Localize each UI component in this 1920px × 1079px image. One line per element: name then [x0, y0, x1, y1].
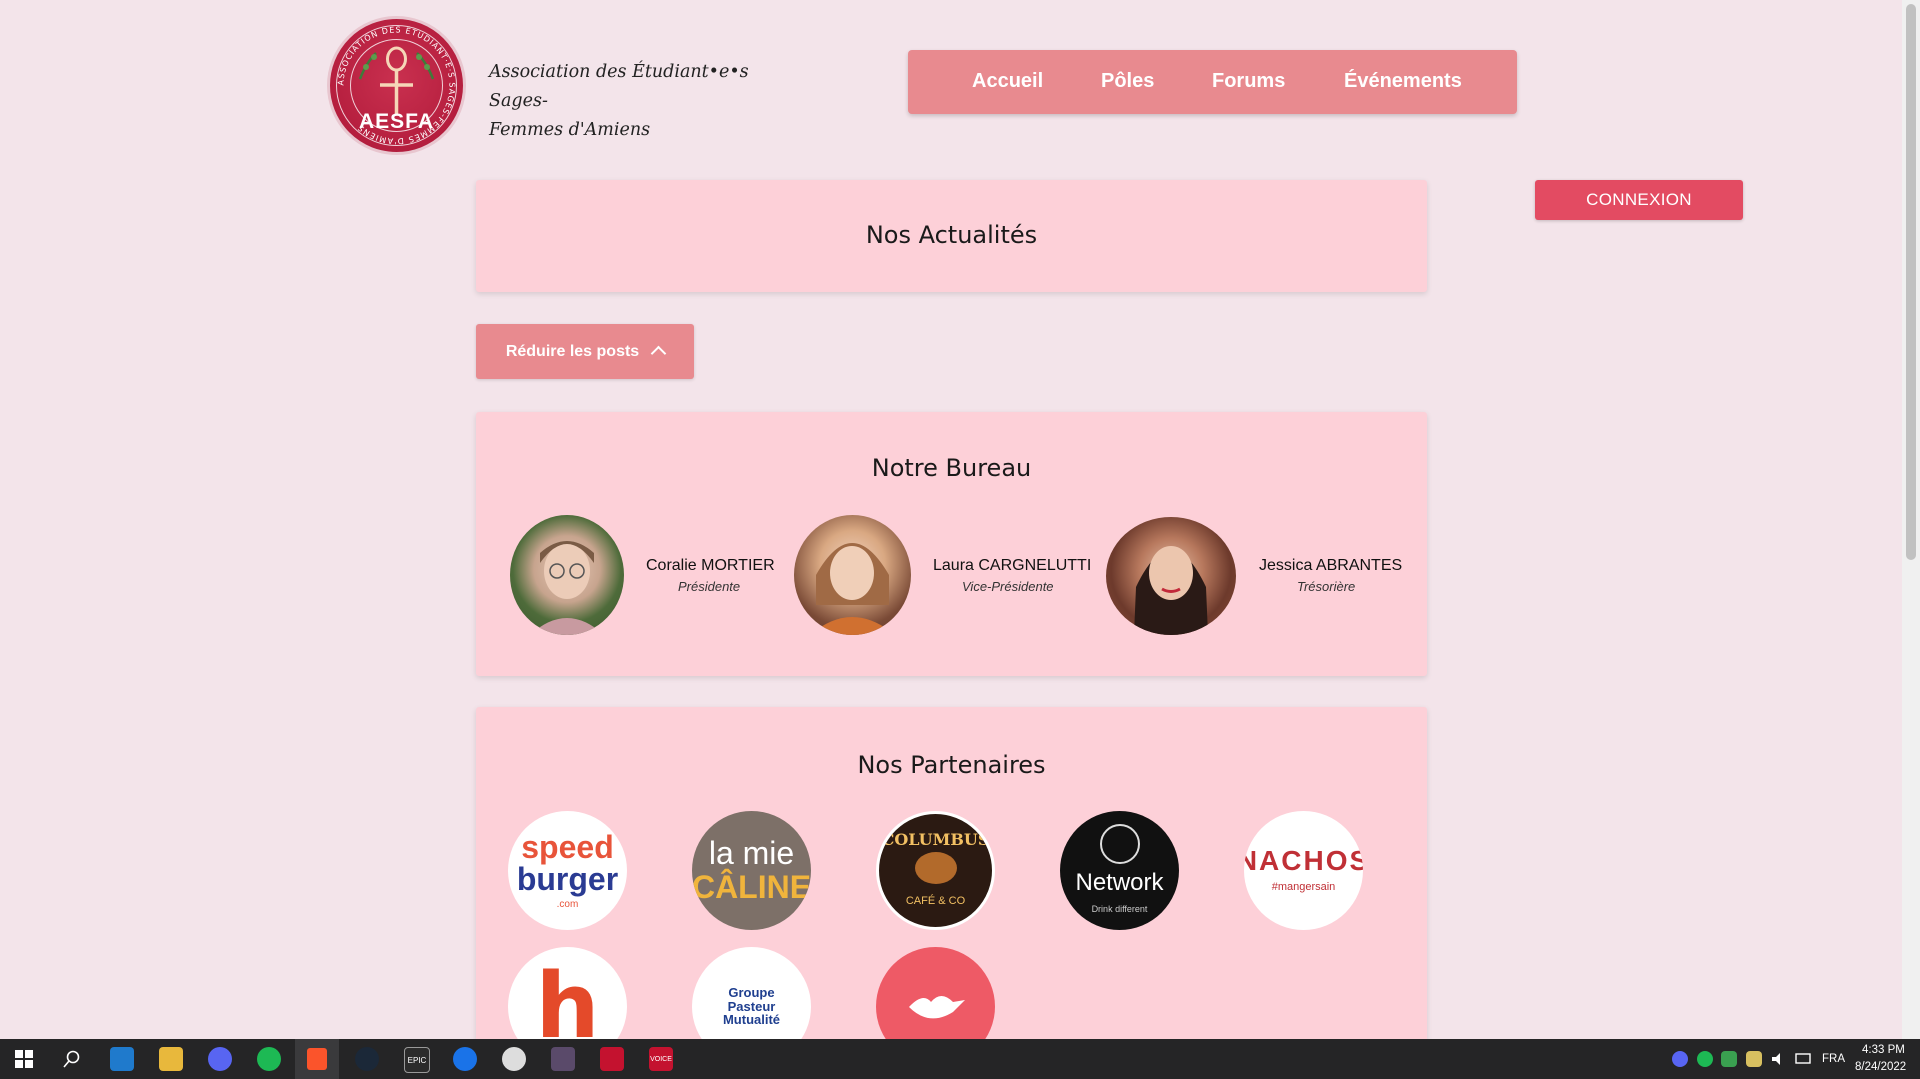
windows-start-icon[interactable] [12, 1047, 36, 1071]
network-icon[interactable] [1795, 1051, 1811, 1067]
partner-text: Mutualité [722, 1012, 781, 1028]
partner-text: burger [516, 860, 619, 897]
epic-games-icon[interactable]: EPIC [404, 1047, 430, 1073]
discord-icon[interactable] [208, 1047, 232, 1071]
page-scrollbar[interactable] [1902, 0, 1920, 1039]
partner-logo-speedburger[interactable]: speed burger .com [508, 811, 627, 930]
partner-text: Network [1075, 869, 1164, 897]
main-nav: Accueil Pôles Forums Événements [908, 50, 1517, 114]
partner-text: CAFÉ & CO [905, 895, 966, 908]
partner-text: Drink different [1091, 903, 1148, 914]
member-name: Laura CARGNELUTTI [933, 557, 1092, 574]
partner-text: CÂLINE [692, 868, 811, 905]
partners-title: Nos Partenaires [857, 751, 1046, 779]
news-title: Nos Actualités [865, 221, 1038, 249]
app-icon[interactable] [453, 1047, 477, 1071]
reduce-posts-button[interactable]: Réduire les posts [476, 324, 694, 379]
avatar-photo [530, 541, 604, 635]
avatar-treasurer [1106, 517, 1236, 635]
network-emblem-icon [1099, 823, 1140, 864]
partner-text: speed [521, 828, 614, 865]
clock-date[interactable]: 8/24/2022 [1855, 1061, 1906, 1073]
bear-icon [914, 851, 957, 884]
nav-accueil[interactable]: Accueil [972, 70, 1043, 93]
news-card: Nos Actualités [476, 180, 1427, 292]
partner-text: COLUMBUS [881, 829, 990, 849]
site-title-line2: Femmes d'Amiens [489, 120, 651, 140]
member-role: Vice-Présidente [962, 579, 1054, 594]
nav-evenements[interactable]: Événements [1344, 70, 1462, 93]
voicemeeter-icon[interactable]: VOICE [649, 1047, 673, 1071]
tray-spotify-icon[interactable] [1697, 1051, 1713, 1067]
member-role: Trésorière [1297, 579, 1356, 594]
steam-icon[interactable] [355, 1047, 379, 1071]
bureau-card: Notre Bureau Coralie MORTIER Présidente … [476, 412, 1427, 676]
search-icon[interactable] [60, 1047, 84, 1071]
vscode-icon[interactable] [110, 1047, 134, 1071]
avatar-president [510, 515, 624, 635]
member-name: Jessica ABRANTES [1259, 557, 1403, 574]
avatar-photo [810, 543, 895, 635]
partner-text: #mangersain [1271, 881, 1336, 894]
brave-browser-icon[interactable] [295, 1039, 339, 1079]
tray-keyboard-icon[interactable] [1746, 1051, 1762, 1067]
reduce-posts-label: Réduire les posts [505, 342, 640, 360]
clock-time[interactable]: 4:33 PM [1862, 1044, 1905, 1056]
partners-card: Nos Partenaires speed burger .com la mie… [476, 707, 1427, 1066]
valorant-icon[interactable] [600, 1047, 624, 1071]
site-title: Association des Étudiant•e•s Sages- Femm… [489, 58, 809, 145]
windows-taskbar: EPIC VOICE FRA 4:33 PM 8/24/2022 [0, 1039, 1920, 1079]
bird-icon [908, 995, 965, 1018]
tray-app-icon[interactable] [1721, 1051, 1737, 1067]
scrollbar-thumb[interactable] [1906, 4, 1916, 560]
chevron-up-icon [650, 345, 667, 361]
spotify-icon[interactable] [257, 1047, 281, 1071]
file-explorer-icon[interactable] [159, 1047, 183, 1071]
avatar-vice-president [794, 515, 911, 635]
language-indicator[interactable]: FRA [1822, 1053, 1845, 1065]
aesfa-logo[interactable]: ASSOCIATION DES ÉTUDIANT·E·S SAGES-FEMME… [327, 16, 466, 155]
nav-poles[interactable]: Pôles [1101, 70, 1154, 93]
member-name: Coralie MORTIER [646, 557, 775, 574]
partner-logo-nachos[interactable]: NACHOS #mangersain [1244, 811, 1363, 930]
tray-discord-icon[interactable] [1672, 1051, 1688, 1067]
site-title-line1: Association des Étudiant•e•s Sages- [489, 62, 749, 111]
partner-text: NACHOS [1244, 845, 1363, 877]
partner-text: la mie [708, 834, 795, 871]
partner-logo-lamiecaline[interactable]: la mie CÂLINE [692, 811, 811, 930]
obs-icon[interactable] [502, 1047, 526, 1071]
volume-icon[interactable] [1770, 1051, 1786, 1067]
logo-acronym: AESFA [358, 110, 434, 133]
partner-logo-columbus[interactable]: COLUMBUS CAFÉ & CO [876, 811, 995, 930]
nav-forums[interactable]: Forums [1212, 70, 1285, 93]
bureau-title: Notre Bureau [871, 454, 1032, 482]
partner-text: .com [556, 898, 579, 910]
partner-logo-network[interactable]: Network Drink different [1060, 811, 1179, 930]
login-button[interactable]: CONNEXION [1535, 180, 1743, 220]
game-icon[interactable] [551, 1047, 575, 1071]
member-role: Présidente [678, 579, 741, 594]
avatar-photo [1134, 546, 1208, 635]
